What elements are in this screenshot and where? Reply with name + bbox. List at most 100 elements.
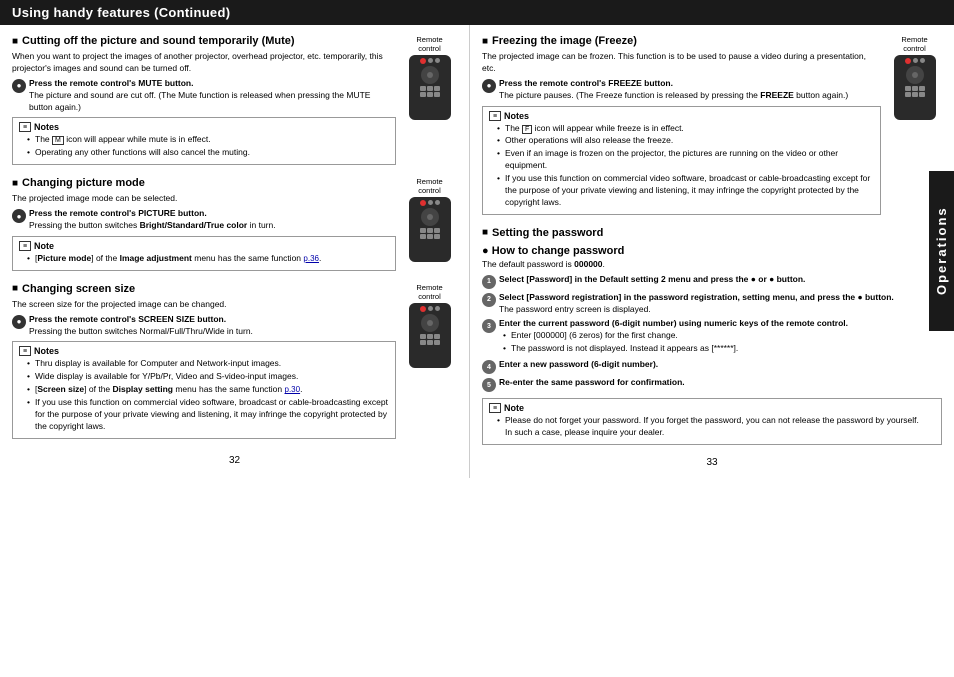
remote-label-screen: Remotecontrol (416, 283, 442, 301)
note-icon-password: ≡ (489, 403, 501, 413)
remote-top-btns (420, 58, 440, 64)
remote-label-picture: Remotecontrol (416, 177, 442, 195)
remote-small-btn-5 (428, 306, 433, 311)
freezing-content: Freezing the image (Freeze) The projecte… (482, 35, 881, 219)
password-step-1: 1 Select [Password] in the Default setti… (482, 274, 942, 289)
freeze-note-4: If you use this function on commercial v… (497, 173, 874, 209)
freeze-note-1: The F icon will appear while freeze is i… (497, 123, 874, 135)
password-step-4-text: Enter a new password (6-digit number). (499, 359, 942, 371)
picture-step-row: ● Press the remote control's PICTURE but… (12, 208, 396, 232)
screen-notes-list: Thru display is available for Computer a… (19, 358, 389, 432)
remote-col-picture: Remotecontrol (402, 177, 457, 262)
picture-note-list: [Picture mode] of the Image adjustment m… (19, 253, 389, 265)
picture-page-link[interactable]: p.36 (303, 254, 319, 263)
mute-notes-list: The M icon will appear while mute is in … (19, 134, 389, 159)
note-icon-mute: ≡ (19, 122, 31, 132)
remote-grid-4 (905, 86, 925, 97)
cutting-off-row: Cutting off the picture and sound tempor… (12, 35, 457, 169)
picture-mode-title: Changing picture mode (12, 177, 396, 189)
password-note-list: Please do not forget your password. If y… (489, 415, 935, 439)
picture-step-detail: Pressing the button switches Bright/Stan… (29, 220, 276, 230)
remote-grid-p6 (434, 234, 440, 239)
remote-grid-2 (420, 228, 440, 239)
remote-dpad-inner (427, 72, 433, 78)
remote-dpad-4 (906, 66, 924, 84)
remote-grid-1 (420, 86, 426, 91)
screen-size-intro: The screen size for the projected image … (12, 299, 396, 311)
remote-dpad (421, 66, 439, 84)
cutting-off-section: Cutting off the picture and sound tempor… (12, 35, 457, 169)
step-num-3: 3 (482, 319, 496, 333)
freeze-step-circle: ● (482, 79, 496, 93)
mute-step-label: Press the remote control's MUTE button. (29, 78, 193, 88)
screen-size-row: Changing screen size The screen size for… (12, 283, 457, 443)
remote-grid-f3 (919, 86, 925, 91)
remote-grid-s1 (420, 334, 426, 339)
screen-page-link[interactable]: p.30 (285, 385, 301, 394)
mute-note-1: The M icon will appear while mute is in … (27, 134, 389, 146)
left-page-number: 32 (12, 455, 457, 466)
remote-grid-5 (427, 92, 433, 97)
remote-grid-s6 (434, 340, 440, 345)
remote-top-btns-2 (420, 200, 440, 206)
screen-notes-box: ≡ Notes Thru display is available for Co… (12, 341, 396, 438)
screen-note-1: Thru display is available for Computer a… (27, 358, 389, 370)
step-3-item-1: Enter [000000] (6 zeros) for the first c… (503, 330, 942, 342)
password-section-title: Setting the password (482, 227, 942, 239)
mute-note-2: Operating any other functions will also … (27, 147, 389, 159)
remote-grid-p1 (420, 228, 426, 233)
screen-step-label: Press the remote control's SCREEN SIZE b… (29, 314, 226, 324)
freeze-notes-title: ≡ Notes (489, 111, 874, 121)
remote-body-freeze (894, 55, 936, 120)
remote-label-mute: Remotecontrol (416, 35, 442, 53)
cutting-off-step-text: Press the remote control's MUTE button. … (29, 78, 396, 114)
screen-step-detail: Pressing the button switches Normal/Full… (29, 326, 253, 336)
screen-note-4: If you use this function on commercial v… (27, 397, 389, 433)
remote-body-mute (409, 55, 451, 120)
screen-step-circle: ● (12, 315, 26, 329)
freeze-notes-box: ≡ Notes The F icon will appear while fre… (482, 106, 881, 215)
step-3-list: Enter [000000] (6 zeros) for the first c… (499, 330, 942, 355)
cutting-off-content: Cutting off the picture and sound tempor… (12, 35, 396, 169)
note-icon-picture: ≡ (19, 241, 31, 251)
step-3-item-2: The password is not displayed. Instead i… (503, 343, 942, 355)
picture-step-circle: ● (12, 209, 26, 223)
step-num-1: 1 (482, 275, 496, 289)
freeze-note-3: Even if an image is frozen on the projec… (497, 148, 874, 172)
left-page: Cutting off the picture and sound tempor… (0, 25, 470, 478)
password-section: Setting the password ● How to change pas… (482, 227, 942, 445)
remote-grid-f2 (912, 86, 918, 91)
remote-dpad-3 (421, 314, 439, 332)
screen-size-content: Changing screen size The screen size for… (12, 283, 396, 443)
remote-small-btn-7 (913, 58, 918, 63)
password-step-5: 5 Re-enter the same password for confirm… (482, 377, 942, 392)
remote-col-freeze: Remotecontrol (887, 35, 942, 120)
freeze-step-label: Press the remote control's FREEZE button… (499, 78, 673, 88)
freeze-note-2: Other operations will also release the f… (497, 135, 874, 147)
page-header: Using handy features (Continued) (0, 0, 954, 25)
remote-grid-s3 (434, 334, 440, 339)
password-note-box: ≡ Note Please do not forget your passwor… (482, 398, 942, 445)
freezing-row: Freezing the image (Freeze) The projecte… (482, 35, 942, 219)
freeze-step-text: Press the remote control's FREEZE button… (499, 78, 881, 102)
screen-step-text: Press the remote control's SCREEN SIZE b… (29, 314, 396, 338)
operations-tab: Operations (929, 171, 954, 331)
screen-notes-title: ≡ Notes (19, 346, 389, 356)
picture-mode-row: Changing picture mode The projected imag… (12, 177, 457, 275)
password-step-3-text: Enter the current password (6-digit numb… (499, 318, 942, 356)
remote-red-btn (420, 58, 426, 64)
password-step-3: 3 Enter the current password (6-digit nu… (482, 318, 942, 356)
remote-grid-3 (434, 86, 440, 91)
picture-note-title: ≡ Note (19, 241, 389, 251)
remote-grid-3 (420, 334, 440, 345)
screen-note-3: [Screen size] of the Display setting men… (27, 384, 389, 396)
freeze-step-detail: The picture pauses. (The Freeze function… (499, 90, 848, 100)
picture-note-box: ≡ Note [Picture mode] of the Image adjus… (12, 236, 396, 271)
remote-dpad-2 (421, 208, 439, 226)
cutting-off-title: Cutting off the picture and sound tempor… (12, 35, 396, 47)
picture-mode-section: Changing picture mode The projected imag… (12, 177, 457, 275)
remote-small-btn-8 (920, 58, 925, 63)
password-step-4: 4 Enter a new password (6-digit number). (482, 359, 942, 374)
remote-grid-f5 (912, 92, 918, 97)
how-to-change-title: ● How to change password (482, 245, 942, 257)
